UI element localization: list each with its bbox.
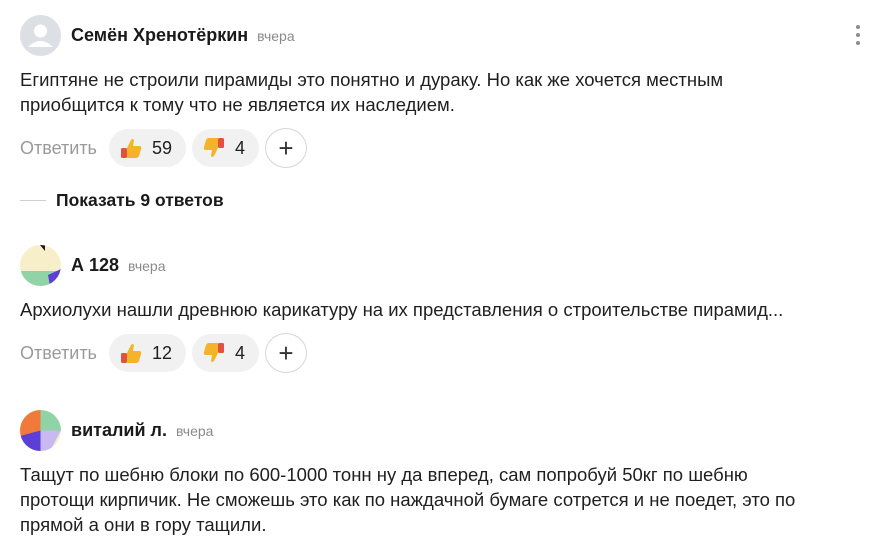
author-name[interactable]: Семён Хренотёркин xyxy=(71,25,248,46)
avatar[interactable] xyxy=(20,14,61,56)
comment-actions: Ответить 12 4 + xyxy=(20,333,869,373)
comment-time: вчера xyxy=(257,28,295,44)
user-avatar-icon xyxy=(20,14,61,56)
comment-time: вчера xyxy=(128,258,166,274)
show-replies-button[interactable]: Показать 9 ответов xyxy=(20,190,224,211)
thumbs-up-icon xyxy=(120,139,142,158)
avatar[interactable] xyxy=(20,409,61,451)
comment-text: Египтяне не строили пирамиды это понятно… xyxy=(20,69,724,115)
like-button[interactable]: 59 xyxy=(108,129,186,167)
thumbs-up-icon xyxy=(120,344,142,363)
comment-actions: Ответить 59 4 + xyxy=(20,128,869,168)
add-reaction-button[interactable]: + xyxy=(265,128,307,168)
dislike-count: 4 xyxy=(234,137,245,158)
reply-button[interactable]: Ответить xyxy=(20,138,97,159)
thumbs-down-icon xyxy=(203,138,224,157)
comment: А 128 вчера Архиолухи нашли древнюю кари… xyxy=(20,244,869,373)
reply-button[interactable]: Ответить xyxy=(20,343,97,364)
avatar[interactable] xyxy=(20,244,61,286)
dislike-button[interactable]: 4 xyxy=(191,334,259,372)
dislike-button[interactable]: 4 xyxy=(191,129,259,167)
author-name[interactable]: А 128 xyxy=(71,255,119,276)
comment-text: Тащут по шебню блоки по 600-1000 тонн ну… xyxy=(20,464,796,535)
comment-header: виталий л. вчера xyxy=(20,409,869,451)
geometric-avatar-icon xyxy=(20,244,61,286)
comment-time: вчера xyxy=(175,423,214,439)
dislike-count: 4 xyxy=(234,342,245,363)
comment-header: Семён Хренотёркин вчера xyxy=(20,14,869,56)
like-count: 59 xyxy=(151,137,172,158)
show-replies-label: Показать 9 ответов xyxy=(56,190,224,210)
more-options-icon[interactable] xyxy=(855,25,861,45)
divider xyxy=(20,200,46,201)
comment: виталий л. вчера Тащут по шебню блоки по… xyxy=(20,409,869,537)
geometric-avatar-icon xyxy=(20,409,61,451)
thumbs-down-icon xyxy=(203,343,224,362)
comment-text: Архиолухи нашли древнюю карикатуру на их… xyxy=(20,299,784,320)
comment-header: А 128 вчера xyxy=(20,244,869,286)
like-button[interactable]: 12 xyxy=(108,334,186,372)
author-name[interactable]: виталий л. xyxy=(71,420,167,441)
add-reaction-button[interactable]: + xyxy=(265,333,307,373)
comment: Семён Хренотёркин вчера Египтяне не стро… xyxy=(20,14,869,168)
like-count: 12 xyxy=(151,342,172,363)
